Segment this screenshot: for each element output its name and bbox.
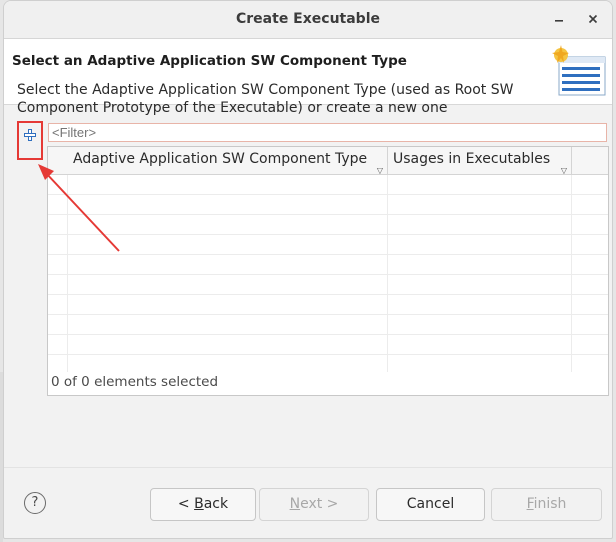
plus-icon — [24, 129, 36, 141]
close-icon — [588, 14, 598, 24]
finish-button[interactable]: Finish — [491, 488, 602, 521]
table-body[interactable] — [48, 175, 608, 373]
next-button-rest: ext > — [300, 496, 339, 512]
next-button[interactable]: Next > — [259, 488, 369, 521]
back-button[interactable]: < Back — [150, 488, 256, 521]
help-icon: ? — [31, 495, 39, 510]
finish-button-mnemonic: F — [526, 496, 534, 512]
footer-divider — [4, 467, 612, 468]
table-row — [48, 315, 608, 335]
minimize-button[interactable] — [550, 11, 568, 29]
table-row — [48, 355, 608, 375]
table-row — [48, 215, 608, 235]
table-row — [48, 295, 608, 315]
component-type-table: Adaptive Application SW Component Type ▽… — [47, 146, 609, 396]
table-row — [48, 275, 608, 295]
table-row — [48, 235, 608, 255]
add-component-type-button[interactable] — [17, 121, 43, 160]
title-bar: Create Executable — [4, 1, 612, 39]
table-row — [48, 335, 608, 355]
wizard-banner-icon — [552, 45, 606, 96]
next-button-mnemonic: N — [289, 496, 301, 512]
wizard-header: Select an Adaptive Application SW Compon… — [4, 39, 612, 116]
page-title: Select an Adaptive Application SW Compon… — [12, 53, 407, 69]
table-row — [48, 175, 608, 195]
help-button[interactable]: ? — [24, 492, 46, 514]
column-header-usages[interactable]: Usages in Executables ▽ — [388, 147, 572, 175]
page-description: Select the Adaptive Application SW Compo… — [17, 82, 514, 116]
scrollbar-marker — [612, 207, 613, 217]
minimize-icon — [555, 20, 563, 22]
column-header-label: Adaptive Application SW Component Type — [73, 151, 368, 167]
column-header-label: Usages in Executables — [393, 151, 551, 167]
cancel-button[interactable]: Cancel — [376, 488, 485, 521]
back-button-prefix: < — [177, 496, 195, 512]
table-row — [48, 195, 608, 215]
table-row — [48, 255, 608, 275]
scrollbar-marker — [612, 351, 613, 361]
table-header: Adaptive Application SW Component Type ▽… — [48, 147, 608, 175]
filter-input[interactable] — [48, 123, 607, 142]
back-button-rest: ack — [203, 496, 229, 512]
selection-status: 0 of 0 elements selected — [51, 374, 219, 390]
window-title: Create Executable — [236, 11, 380, 27]
create-executable-dialog: Create Executable Select an Adaptive App… — [3, 0, 613, 539]
finish-button-rest: inish — [533, 496, 567, 512]
cancel-button-label: Cancel — [406, 496, 455, 512]
close-button[interactable] — [584, 11, 602, 29]
column-header-component-type[interactable]: Adaptive Application SW Component Type ▽ — [68, 147, 388, 175]
back-button-mnemonic: B — [194, 496, 204, 512]
